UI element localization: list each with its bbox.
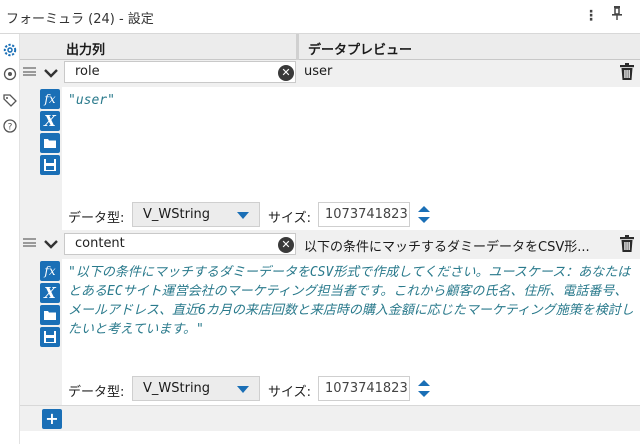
output-column-name-input[interactable]: content bbox=[64, 233, 296, 255]
data-preview-value: user bbox=[304, 64, 333, 79]
chevron-down-icon[interactable] bbox=[40, 233, 62, 255]
plus-icon[interactable]: + bbox=[42, 409, 62, 429]
delete-row-icon[interactable] bbox=[618, 62, 636, 82]
window-title: フォーミュラ (24) - 設定 bbox=[6, 12, 154, 27]
delete-row-icon[interactable] bbox=[618, 234, 636, 254]
svg-text:?: ? bbox=[8, 123, 13, 133]
data-type-value: V_WString bbox=[143, 207, 211, 222]
data-type-value: V_WString bbox=[143, 381, 211, 396]
output-column-name: role bbox=[75, 64, 100, 79]
type-row: データ型: V_WString サイズ: 1073741823 bbox=[62, 374, 640, 404]
pin-icon[interactable] bbox=[606, 5, 628, 27]
header-data-preview: データプレビュー bbox=[308, 43, 413, 58]
fx-icon[interactable]: fx bbox=[40, 261, 60, 281]
data-preview-value: 以下の条件にマッチするダミーデータをCSV形... bbox=[304, 240, 590, 255]
clear-icon[interactable]: ✕ bbox=[278, 65, 294, 81]
help-icon[interactable]: ? bbox=[2, 118, 18, 134]
more-vertical-icon[interactable]: ⋮ bbox=[580, 5, 602, 27]
type-row: データ型: V_WString サイズ: 1073741823 bbox=[62, 200, 640, 230]
add-row-bar: + bbox=[20, 405, 640, 431]
dropdown-arrow-icon bbox=[237, 212, 249, 219]
tool-settings-icon[interactable] bbox=[2, 66, 18, 82]
formula-grid: 出力列 データプレビュー role ✕ user fx X "user" データ… bbox=[20, 34, 640, 444]
size-spinner-icon[interactable] bbox=[414, 203, 434, 226]
variable-x-icon[interactable]: X bbox=[40, 283, 60, 303]
output-column-name-input[interactable]: role bbox=[64, 61, 296, 83]
gear-icon[interactable] bbox=[2, 42, 18, 58]
data-type-dropdown[interactable]: V_WString bbox=[132, 376, 260, 401]
size-label: サイズ: bbox=[268, 211, 311, 226]
drag-handle-icon[interactable] bbox=[23, 67, 36, 76]
save-icon[interactable] bbox=[40, 155, 60, 175]
data-type-label: データ型: bbox=[68, 211, 125, 226]
size-input[interactable]: 1073741823 bbox=[318, 376, 410, 401]
variable-x-icon[interactable]: X bbox=[40, 111, 60, 131]
chevron-down-icon[interactable] bbox=[40, 62, 62, 84]
dropdown-arrow-icon bbox=[237, 386, 249, 393]
row-gutter bbox=[20, 60, 40, 230]
header-divider[interactable] bbox=[296, 34, 299, 60]
configuration-sidebar: ? bbox=[0, 34, 20, 444]
save-icon[interactable] bbox=[40, 327, 60, 347]
size-value: 1073741823 bbox=[325, 381, 408, 396]
open-folder-icon[interactable] bbox=[40, 133, 60, 153]
grid-empty-area bbox=[20, 431, 640, 444]
window-titlebar: フォーミュラ (24) - 設定 ⋮ bbox=[0, 0, 640, 34]
fx-icon[interactable]: fx bbox=[40, 89, 60, 109]
header-output-column: 出力列 bbox=[66, 43, 106, 58]
row-gutter bbox=[20, 231, 40, 405]
data-type-label: データ型: bbox=[68, 385, 125, 400]
size-spinner-icon[interactable] bbox=[414, 377, 434, 400]
size-value: 1073741823 bbox=[325, 207, 408, 222]
tag-icon[interactable] bbox=[2, 92, 18, 108]
grid-header: 出力列 データプレビュー bbox=[20, 34, 640, 60]
size-label: サイズ: bbox=[268, 385, 311, 400]
open-folder-icon[interactable] bbox=[40, 305, 60, 325]
clear-icon[interactable]: ✕ bbox=[278, 237, 294, 253]
output-column-name: content bbox=[75, 236, 125, 251]
drag-handle-icon[interactable] bbox=[23, 238, 36, 247]
data-type-dropdown[interactable]: V_WString bbox=[132, 202, 260, 227]
size-input[interactable]: 1073741823 bbox=[318, 202, 410, 227]
